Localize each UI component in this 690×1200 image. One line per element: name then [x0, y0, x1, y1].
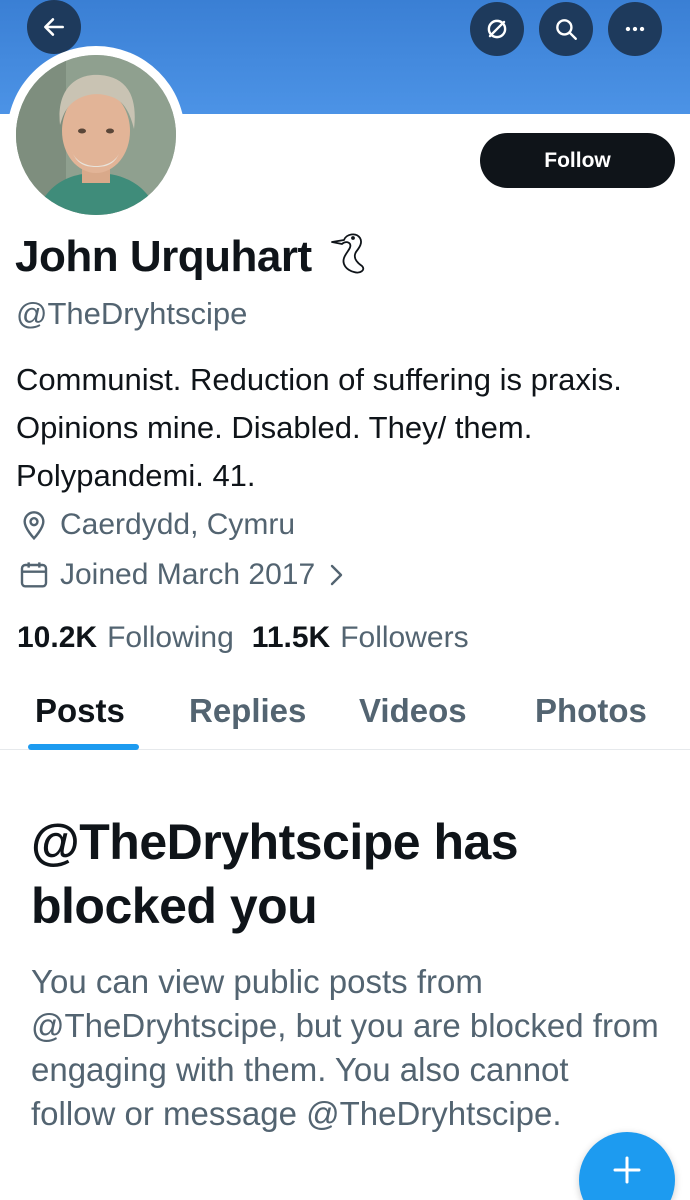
follow-button[interactable]: Follow: [480, 133, 675, 188]
chevron-right-icon: [330, 564, 343, 586]
avatar-photo: [16, 55, 176, 215]
more-button[interactable]: [608, 2, 662, 56]
search-button[interactable]: [539, 2, 593, 56]
location-text: Caerdydd, Cymru: [60, 508, 296, 541]
following-count: 10.2K: [17, 621, 98, 654]
plus-icon: [613, 1156, 641, 1184]
tab-posts[interactable]: Posts: [35, 692, 125, 730]
tab-photos[interactable]: Photos: [535, 692, 647, 730]
blocked-body: You can view public posts from @TheDryht…: [31, 963, 659, 1132]
followers-label: Followers: [340, 621, 469, 654]
profile-tabs: Posts Replies Videos Photos: [0, 670, 690, 750]
blocked-title: @TheDryhtscipe has blocked you: [31, 814, 519, 934]
joined-text: Joined March 2017: [60, 558, 316, 591]
back-button[interactable]: [27, 0, 81, 54]
follow-stats: 10.2K Following 11.5K Followers: [17, 621, 469, 655]
goose-icon: [330, 233, 364, 274]
display-name: John Urquhart: [15, 232, 372, 282]
calendar-icon: [20, 562, 48, 588]
avatar[interactable]: [16, 55, 176, 215]
followers-count: 11.5K: [251, 621, 331, 654]
following-label: Following: [107, 621, 234, 654]
compose-button[interactable]: [579, 1132, 675, 1200]
search-icon: [556, 19, 577, 40]
display-name-text: John Urquhart: [15, 232, 312, 281]
following-stat[interactable]: 10.2K Following: [17, 621, 234, 655]
tab-replies[interactable]: Replies: [189, 692, 306, 730]
location-pin-icon: [23, 511, 45, 541]
profile-bio: Communist. Reduction of suffering is pra…: [16, 362, 622, 493]
active-tab-indicator: [28, 744, 139, 750]
joined-row[interactable]: Joined March 2017: [18, 558, 357, 592]
followers-stat[interactable]: 11.5K Followers: [252, 621, 469, 655]
more-horizontal-icon: [625, 26, 645, 32]
profile-handle: @TheDryhtscipe: [16, 296, 248, 331]
no-sign-icon: [487, 19, 507, 39]
arrow-left-icon: [44, 18, 64, 36]
nostr-button[interactable]: [470, 2, 524, 56]
location-row: Caerdydd, Cymru: [18, 508, 295, 542]
tab-videos[interactable]: Videos: [359, 692, 467, 730]
